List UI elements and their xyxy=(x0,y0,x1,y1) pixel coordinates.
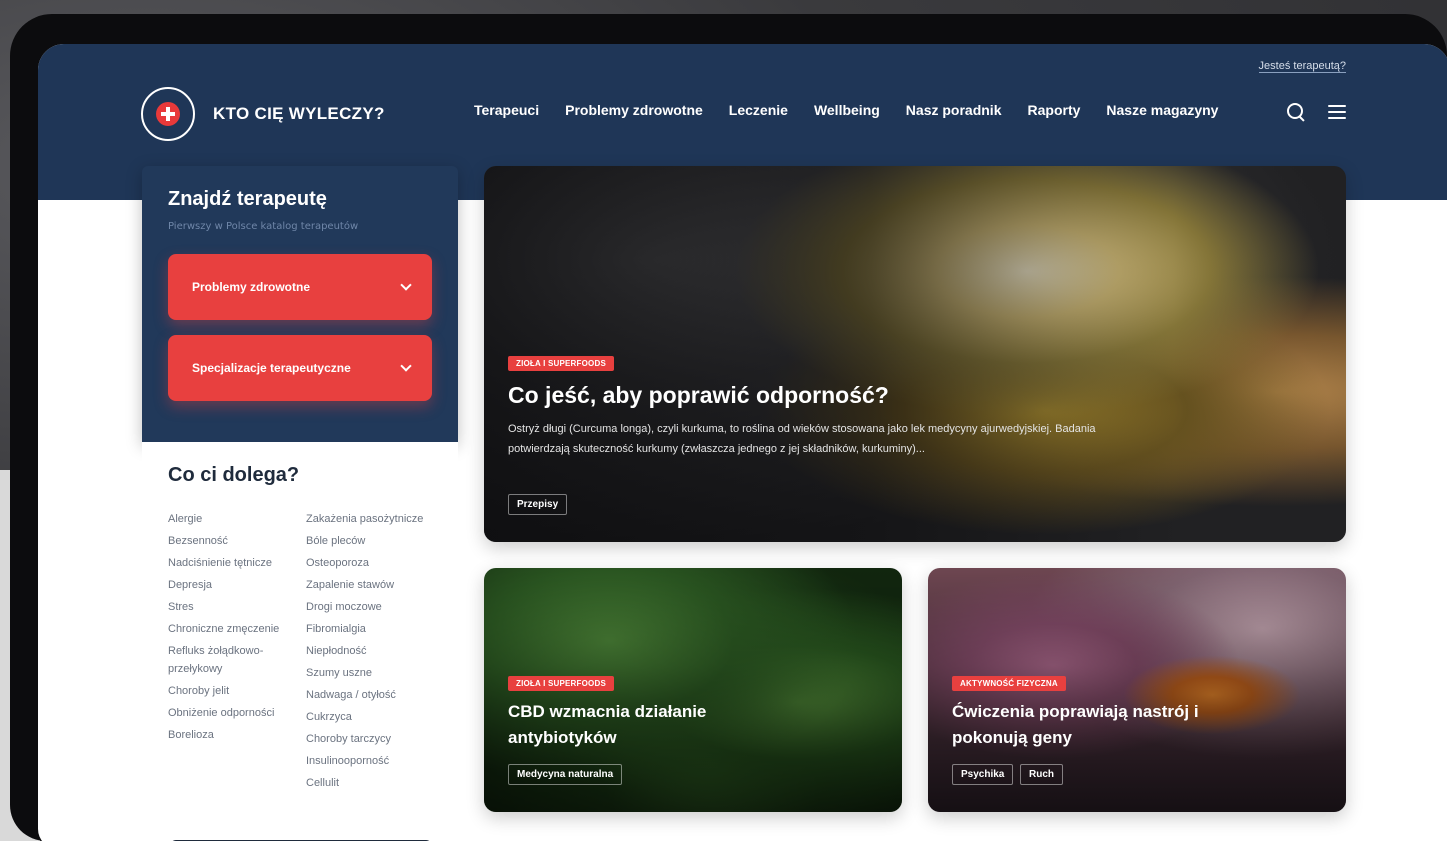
ailment-link[interactable]: Nadwaga / otyłość xyxy=(306,687,436,705)
ailment-link[interactable]: Stres xyxy=(168,599,298,617)
hero-article-excerpt: Ostryż długi (Curcuma longa), czyli kurk… xyxy=(508,423,1096,455)
ailment-link[interactable]: Zakażenia pasożytnicze xyxy=(306,511,436,529)
tablet-frame: Jesteś terapeutą? KTO CIĘ WYLECZY? Terap… xyxy=(10,14,1447,841)
article-title-line[interactable]: antybiotyków xyxy=(508,728,617,748)
ailment-link[interactable]: Obniżenie odporności xyxy=(168,705,298,723)
nav-item-raporty[interactable]: Raporty xyxy=(1028,102,1081,118)
nav-item-leczenie[interactable]: Leczenie xyxy=(729,102,788,118)
article-tag[interactable]: Psychika xyxy=(952,764,1014,785)
category-badge[interactable]: AKTYWNOŚĆ FIZYCZNA xyxy=(952,676,1066,691)
therapist-finder: Znajdź terapeutę Pierwszy w Polsce katal… xyxy=(142,166,458,442)
ailment-link[interactable]: Choroby jelit xyxy=(168,683,298,701)
ailment-link[interactable]: Szumy uszne xyxy=(306,665,436,683)
logo-text: KTO CIĘ WYLECZY? xyxy=(213,104,385,123)
ailment-link[interactable]: Refluks żołądkowo-przełykowy xyxy=(168,643,298,678)
therapy-specializations-dropdown[interactable]: Specjalizacje terapeutyczne xyxy=(168,335,432,401)
ailment-link[interactable]: Osteoporoza xyxy=(306,555,436,573)
website-screen: Jesteś terapeutą? KTO CIĘ WYLECZY? Terap… xyxy=(38,44,1447,841)
article-tag[interactable]: Medycyna naturalna xyxy=(508,764,623,785)
health-problems-dropdown[interactable]: Problemy zdrowotne xyxy=(168,254,432,320)
nav-icons xyxy=(1286,102,1346,122)
ailment-link[interactable]: Fibromialgia xyxy=(306,621,436,639)
therapist-link[interactable]: Jesteś terapeutą? xyxy=(1258,60,1346,73)
ailment-link[interactable]: Nadciśnienie tętnicze xyxy=(168,555,298,573)
logo[interactable]: KTO CIĘ WYLECZY? xyxy=(141,87,385,141)
ailments-title: Co ci dolega? xyxy=(168,464,300,486)
category-badge[interactable]: ZIOŁA I SUPERFOODS xyxy=(508,676,614,691)
nav-item-problemy-zdrowotne[interactable]: Problemy zdrowotne xyxy=(565,102,703,118)
ailment-link[interactable]: Alergie xyxy=(168,511,298,529)
medical-cross-icon xyxy=(156,102,180,126)
ailments-column-2: Zakażenia pasożytnicze Bóle pleców Osteo… xyxy=(306,511,436,797)
nav-item-nasz-poradnik[interactable]: Nasz poradnik xyxy=(906,102,1002,118)
ailment-link[interactable]: Cellulit xyxy=(306,775,436,793)
article-title-line[interactable]: CBD wzmacnia działanie xyxy=(508,702,706,722)
ailment-link[interactable]: Depresja xyxy=(168,577,298,595)
hero-article-title[interactable]: Co jeść, aby poprawić odporność? xyxy=(508,382,889,409)
ailments-panel: Co ci dolega? Alergie Bezsenność Nadciśn… xyxy=(142,442,458,841)
chevron-down-icon xyxy=(400,279,412,291)
nav-item-wellbeing[interactable]: Wellbeing xyxy=(814,102,880,118)
article-tag[interactable]: Przepisy xyxy=(508,494,568,515)
search-icon[interactable] xyxy=(1286,102,1306,122)
finder-title: Znajdź terapeutę xyxy=(168,188,327,210)
category-badge[interactable]: ZIOŁA I SUPERFOODS xyxy=(508,356,614,371)
hero-article-card[interactable]: ZIOŁA I SUPERFOODS Co jeść, aby poprawić… xyxy=(484,166,1346,542)
ailment-link[interactable]: Bezsenność xyxy=(168,533,298,551)
ailment-link[interactable]: Bóle pleców xyxy=(306,533,436,551)
logo-circle xyxy=(141,87,195,141)
article-tag[interactable]: Ruch xyxy=(1020,764,1063,785)
article-card-exercise[interactable]: AKTYWNOŚĆ FIZYCZNA Ćwiczenia poprawiają … xyxy=(928,568,1346,812)
ailment-link[interactable]: Niepłodność xyxy=(306,643,436,661)
nav-item-terapeuci[interactable]: Terapeuci xyxy=(474,102,539,118)
ailment-link[interactable]: Choroby tarczycy xyxy=(306,731,436,749)
dropdown-label: Specjalizacje terapeutyczne xyxy=(192,361,351,375)
ailment-link[interactable]: Chroniczne zmęczenie xyxy=(168,621,298,639)
article-card-cbd[interactable]: ZIOŁA I SUPERFOODS CBD wzmacnia działani… xyxy=(484,568,902,812)
chevron-down-icon xyxy=(400,360,412,372)
hero-image-overlay xyxy=(484,166,1346,542)
ailment-link[interactable]: Borelioza xyxy=(168,727,298,745)
finder-subtitle: Pierwszy w Polsce katalog terapeutów xyxy=(168,221,359,232)
menu-icon[interactable] xyxy=(1328,105,1346,119)
ailment-link[interactable]: Cukrzyca xyxy=(306,709,436,727)
article-title-line[interactable]: pokonują geny xyxy=(952,728,1072,748)
ailments-column-1: Alergie Bezsenność Nadciśnienie tętnicze… xyxy=(168,511,298,749)
ailment-link[interactable]: Drogi moczowe xyxy=(306,599,436,617)
main-nav: Terapeuci Problemy zdrowotne Leczenie We… xyxy=(474,102,1218,118)
ailment-link[interactable]: Zapalenie stawów xyxy=(306,577,436,595)
dropdown-label: Problemy zdrowotne xyxy=(192,280,311,294)
ailment-link[interactable]: Insulinooporność xyxy=(306,753,436,771)
nav-item-nasze-magazyny[interactable]: Nasze magazyny xyxy=(1106,102,1218,118)
article-title-line[interactable]: Ćwiczenia poprawiają nastrój i xyxy=(952,702,1199,722)
